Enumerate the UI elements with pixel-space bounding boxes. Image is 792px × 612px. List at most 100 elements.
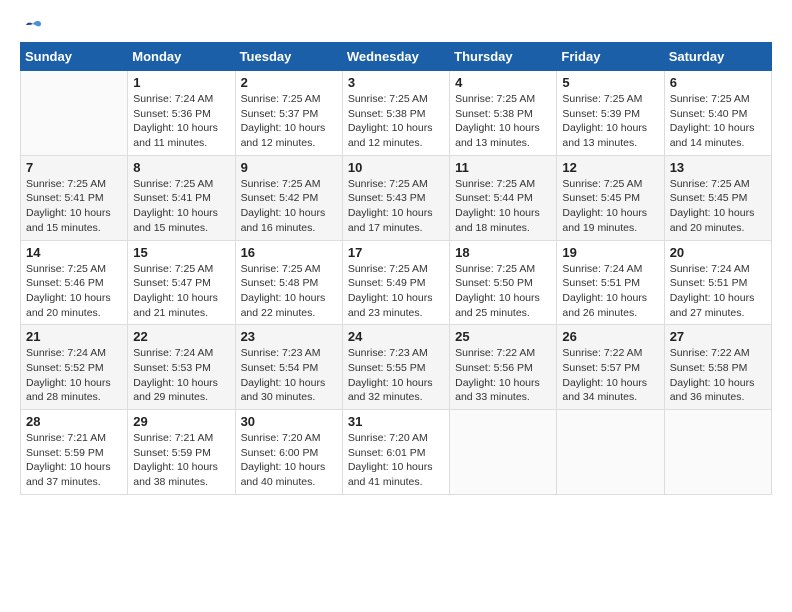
day-number: 9	[241, 160, 337, 175]
day-info: Sunrise: 7:25 AM Sunset: 5:41 PM Dayligh…	[26, 177, 122, 236]
calendar-cell: 27 Sunrise: 7:22 AM Sunset: 5:58 PM Dayli…	[664, 325, 771, 410]
day-info: Sunrise: 7:20 AM Sunset: 6:00 PM Dayligh…	[241, 431, 337, 490]
day-info: Sunrise: 7:22 AM Sunset: 5:57 PM Dayligh…	[562, 346, 658, 405]
logo-bird-icon	[23, 20, 43, 36]
weekday-header-friday: Friday	[557, 43, 664, 71]
calendar-cell: 1Sunrise: 7:24 AM Sunset: 5:36 PM Daylig…	[128, 71, 235, 156]
day-number: 8	[133, 160, 229, 175]
day-number: 11	[455, 160, 551, 175]
calendar-cell: 26 Sunrise: 7:22 AM Sunset: 5:57 PM Dayli…	[557, 325, 664, 410]
day-number: 15	[133, 245, 229, 260]
calendar-cell	[21, 71, 128, 156]
day-number: 5	[562, 75, 658, 90]
calendar-cell: 9Sunrise: 7:25 AM Sunset: 5:42 PM Daylig…	[235, 155, 342, 240]
weekday-header-sunday: Sunday	[21, 43, 128, 71]
day-info: Sunrise: 7:25 AM Sunset: 5:45 PM Dayligh…	[562, 177, 658, 236]
day-number: 12	[562, 160, 658, 175]
calendar-cell: 4Sunrise: 7:25 AM Sunset: 5:38 PM Daylig…	[450, 71, 557, 156]
calendar-cell: 23 Sunrise: 7:23 AM Sunset: 5:54 PM Dayli…	[235, 325, 342, 410]
day-info: Sunrise: 7:24 AM Sunset: 5:52 PM Dayligh…	[26, 346, 122, 405]
day-info: Sunrise: 7:23 AM Sunset: 5:54 PM Dayligh…	[241, 346, 337, 405]
calendar-cell: 10 Sunrise: 7:25 AM Sunset: 5:43 PM Dayli…	[342, 155, 449, 240]
weekday-header-row: SundayMondayTuesdayWednesdayThursdayFrid…	[21, 43, 772, 71]
day-number: 18	[455, 245, 551, 260]
day-info: Sunrise: 7:22 AM Sunset: 5:58 PM Dayligh…	[670, 346, 766, 405]
day-number: 7	[26, 160, 122, 175]
calendar-cell: 8 Sunrise: 7:25 AM Sunset: 5:41 PM Daylig…	[128, 155, 235, 240]
weekday-header-saturday: Saturday	[664, 43, 771, 71]
calendar-cell: 19 Sunrise: 7:24 AM Sunset: 5:51 PM Dayli…	[557, 240, 664, 325]
day-number: 17	[348, 245, 444, 260]
day-number: 30	[241, 414, 337, 429]
day-info: Sunrise: 7:25 AM Sunset: 5:48 PM Dayligh…	[241, 262, 337, 321]
calendar-cell: 11Sunrise: 7:25 AM Sunset: 5:44 PM Dayli…	[450, 155, 557, 240]
day-info: Sunrise: 7:25 AM Sunset: 5:46 PM Dayligh…	[26, 262, 122, 321]
calendar-cell	[664, 410, 771, 495]
weekday-header-wednesday: Wednesday	[342, 43, 449, 71]
day-number: 13	[670, 160, 766, 175]
calendar-cell	[450, 410, 557, 495]
day-number: 20	[670, 245, 766, 260]
calendar-cell: 6 Sunrise: 7:25 AM Sunset: 5:40 PM Daylig…	[664, 71, 771, 156]
calendar-cell: 2Sunrise: 7:25 AM Sunset: 5:37 PM Daylig…	[235, 71, 342, 156]
day-info: Sunrise: 7:25 AM Sunset: 5:47 PM Dayligh…	[133, 262, 229, 321]
weekday-header-thursday: Thursday	[450, 43, 557, 71]
calendar-cell: 13Sunrise: 7:25 AM Sunset: 5:45 PM Dayli…	[664, 155, 771, 240]
calendar-cell	[557, 410, 664, 495]
day-number: 26	[562, 329, 658, 344]
calendar-cell: 18 Sunrise: 7:25 AM Sunset: 5:50 PM Dayli…	[450, 240, 557, 325]
day-number: 21	[26, 329, 122, 344]
day-info: Sunrise: 7:24 AM Sunset: 5:53 PM Dayligh…	[133, 346, 229, 405]
day-number: 10	[348, 160, 444, 175]
day-info: Sunrise: 7:25 AM Sunset: 5:49 PM Dayligh…	[348, 262, 444, 321]
calendar-cell: 28Sunrise: 7:21 AM Sunset: 5:59 PM Dayli…	[21, 410, 128, 495]
day-number: 31	[348, 414, 444, 429]
calendar-cell: 29 Sunrise: 7:21 AM Sunset: 5:59 PM Dayli…	[128, 410, 235, 495]
calendar-cell: 17 Sunrise: 7:25 AM Sunset: 5:49 PM Dayli…	[342, 240, 449, 325]
day-info: Sunrise: 7:24 AM Sunset: 5:51 PM Dayligh…	[562, 262, 658, 321]
day-info: Sunrise: 7:25 AM Sunset: 5:38 PM Dayligh…	[348, 92, 444, 151]
calendar-cell: 15 Sunrise: 7:25 AM Sunset: 5:47 PM Dayli…	[128, 240, 235, 325]
calendar-cell: 31Sunrise: 7:20 AM Sunset: 6:01 PM Dayli…	[342, 410, 449, 495]
calendar-cell: 22 Sunrise: 7:24 AM Sunset: 5:53 PM Dayli…	[128, 325, 235, 410]
calendar-cell: 25Sunrise: 7:22 AM Sunset: 5:56 PM Dayli…	[450, 325, 557, 410]
day-number: 16	[241, 245, 337, 260]
day-number: 19	[562, 245, 658, 260]
day-number: 24	[348, 329, 444, 344]
day-number: 23	[241, 329, 337, 344]
day-info: Sunrise: 7:23 AM Sunset: 5:55 PM Dayligh…	[348, 346, 444, 405]
calendar-cell: 30 Sunrise: 7:20 AM Sunset: 6:00 PM Dayli…	[235, 410, 342, 495]
day-number: 25	[455, 329, 551, 344]
day-info: Sunrise: 7:25 AM Sunset: 5:41 PM Dayligh…	[133, 177, 229, 236]
day-number: 28	[26, 414, 122, 429]
day-info: Sunrise: 7:25 AM Sunset: 5:50 PM Dayligh…	[455, 262, 551, 321]
calendar-cell: 16 Sunrise: 7:25 AM Sunset: 5:48 PM Dayli…	[235, 240, 342, 325]
day-info: Sunrise: 7:25 AM Sunset: 5:39 PM Dayligh…	[562, 92, 658, 151]
day-info: Sunrise: 7:25 AM Sunset: 5:40 PM Dayligh…	[670, 92, 766, 151]
week-row-4: 21 Sunrise: 7:24 AM Sunset: 5:52 PM Dayli…	[21, 325, 772, 410]
page-header	[20, 20, 772, 32]
weekday-header-tuesday: Tuesday	[235, 43, 342, 71]
day-number: 29	[133, 414, 229, 429]
day-info: Sunrise: 7:21 AM Sunset: 5:59 PM Dayligh…	[133, 431, 229, 490]
calendar-cell: 12 Sunrise: 7:25 AM Sunset: 5:45 PM Dayli…	[557, 155, 664, 240]
day-number: 27	[670, 329, 766, 344]
day-number: 2	[241, 75, 337, 90]
week-row-2: 7 Sunrise: 7:25 AM Sunset: 5:41 PM Daylig…	[21, 155, 772, 240]
day-number: 14	[26, 245, 122, 260]
day-info: Sunrise: 7:25 AM Sunset: 5:38 PM Dayligh…	[455, 92, 551, 151]
week-row-1: 1Sunrise: 7:24 AM Sunset: 5:36 PM Daylig…	[21, 71, 772, 156]
day-number: 6	[670, 75, 766, 90]
day-number: 3	[348, 75, 444, 90]
calendar-table: SundayMondayTuesdayWednesdayThursdayFrid…	[20, 42, 772, 495]
day-info: Sunrise: 7:25 AM Sunset: 5:43 PM Dayligh…	[348, 177, 444, 236]
logo	[20, 20, 43, 32]
week-row-5: 28 Sunrise: 7:21 AM Sunset: 5:59 PM Dayli…	[21, 410, 772, 495]
calendar-cell: 5 Sunrise: 7:25 AM Sunset: 5:39 PM Daylig…	[557, 71, 664, 156]
weekday-header-monday: Monday	[128, 43, 235, 71]
day-info: Sunrise: 7:24 AM Sunset: 5:51 PM Dayligh…	[670, 262, 766, 321]
day-number: 22	[133, 329, 229, 344]
week-row-3: 14 Sunrise: 7:25 AM Sunset: 5:46 PM Dayli…	[21, 240, 772, 325]
day-info: Sunrise: 7:24 AM Sunset: 5:36 PM Dayligh…	[133, 92, 229, 151]
calendar-cell: 3 Sunrise: 7:25 AM Sunset: 5:38 PM Daylig…	[342, 71, 449, 156]
